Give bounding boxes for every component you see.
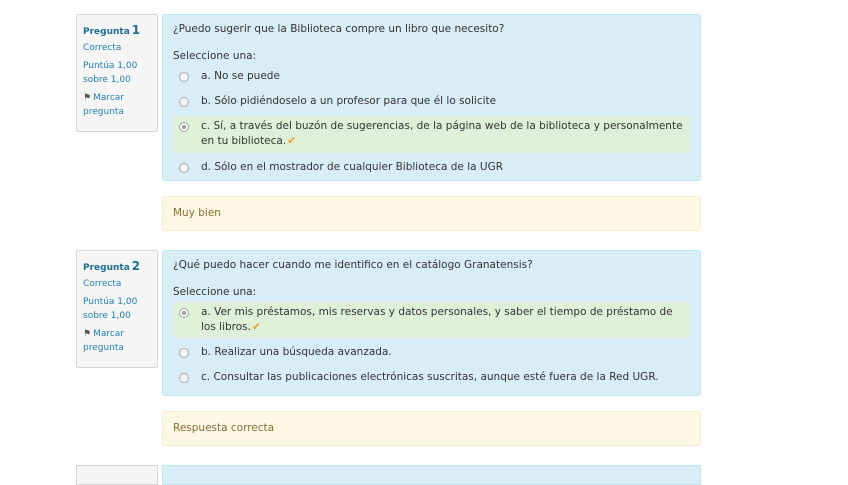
- option-label: c. Consultar las publicaciones electróni…: [201, 371, 659, 384]
- question-num: 2: [131, 259, 141, 273]
- option-label: a. No se puede: [201, 69, 280, 82]
- answer-option[interactable]: b. Realizar una búsqueda avanzada.: [173, 342, 690, 363]
- check-icon: ✔: [251, 320, 261, 333]
- answer-option[interactable]: a. No se puede: [173, 66, 690, 87]
- radio-button[interactable]: [179, 96, 189, 107]
- question-formulation: ¿Qué puedo hacer cuando me identifico en…: [162, 250, 701, 396]
- radio-button-checked[interactable]: [179, 122, 189, 133]
- radio-button-checked[interactable]: [179, 307, 189, 318]
- question-text: ¿Qué puedo hacer cuando me identifico en…: [173, 259, 533, 271]
- next-question-info-partial: [76, 465, 158, 485]
- question-grade: Puntúa 1,00 sobre 1,00: [83, 297, 138, 321]
- question-label: Pregunta: [83, 263, 130, 273]
- radio-button[interactable]: [179, 373, 189, 384]
- feedback-box: Muy bien: [162, 196, 701, 231]
- radio-button[interactable]: [179, 71, 189, 82]
- radio-button[interactable]: [179, 348, 189, 359]
- flag-icon: ⚑: [83, 93, 92, 103]
- question-info: Pregunta 1 Correcta Puntúa 1,00 sobre 1,0…: [76, 14, 158, 132]
- question-label: Pregunta: [83, 27, 130, 37]
- option-label: a. Ver mis préstamos, mis reservas y dat…: [201, 305, 673, 333]
- answer-option-selected[interactable]: c. Sí, a través del buzón de sugerencias…: [173, 116, 690, 153]
- radio-button[interactable]: [179, 162, 189, 173]
- question-formulation: ¿Puedo sugerir que la Biblioteca compre …: [162, 14, 701, 181]
- question-number: Pregunta 1: [83, 21, 152, 40]
- option-label: d. Sólo en el mostrador de cualquier Bib…: [201, 160, 504, 173]
- question-content: ¿Qué puedo hacer cuando me identifico en…: [162, 250, 701, 446]
- question-text: ¿Puedo sugerir que la Biblioteca compre …: [173, 23, 505, 35]
- question-number: Pregunta 2: [83, 257, 152, 276]
- question-info: Pregunta 2 Correcta Puntúa 1,00 sobre 1,0…: [76, 250, 158, 368]
- option-label: b. Realizar una búsqueda avanzada.: [201, 346, 392, 359]
- check-icon: ✔: [287, 135, 297, 148]
- next-question-formulation-partial: [162, 465, 701, 485]
- flag-icon: ⚑: [83, 329, 92, 339]
- question-state: Correcta: [83, 42, 122, 53]
- answer-prompt: Seleccione una:: [173, 285, 257, 298]
- option-label: c. Sí, a través del buzón de sugerencias…: [201, 120, 683, 148]
- question-content: ¿Puedo sugerir que la Biblioteca compre …: [162, 14, 701, 231]
- question-state: Correcta: [83, 278, 122, 289]
- option-label: b. Sólo pidiéndoselo a un profesor para …: [201, 94, 497, 107]
- question-num: 1: [131, 23, 141, 37]
- answer-option[interactable]: b. Sólo pidiéndoselo a un profesor para …: [173, 91, 690, 112]
- answer-option[interactable]: c. Consultar las publicaciones electróni…: [173, 367, 690, 388]
- answer-prompt: Seleccione una:: [173, 49, 257, 62]
- question-grade: Puntúa 1,00 sobre 1,00: [83, 61, 138, 85]
- answer-option-selected[interactable]: a. Ver mis préstamos, mis reservas y dat…: [173, 301, 690, 339]
- answer-option[interactable]: d. Sólo en el mostrador de cualquier Bib…: [173, 157, 690, 178]
- flag-question-link[interactable]: ⚑ Marcar pregunta: [83, 92, 152, 119]
- flag-question-link[interactable]: ⚑ Marcar pregunta: [83, 328, 152, 355]
- feedback-box: Respuesta correcta: [162, 411, 701, 446]
